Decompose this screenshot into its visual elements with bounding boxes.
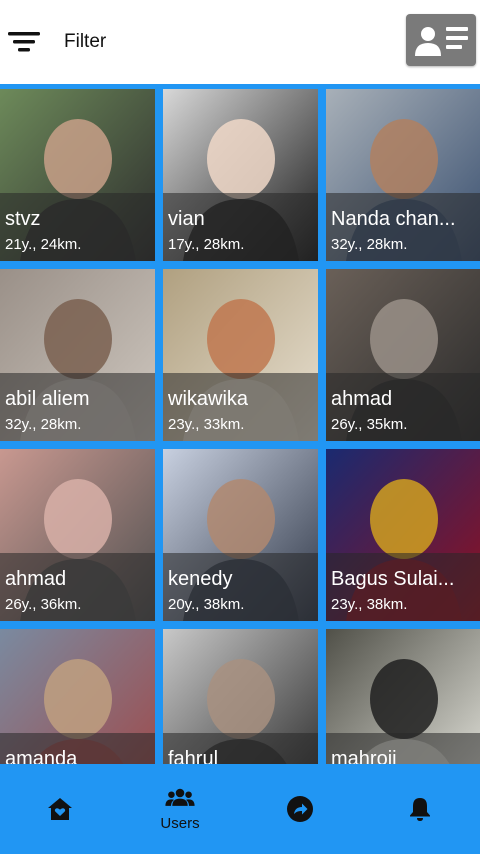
user-card[interactable]: stvz 21y., 24km. [0, 89, 155, 261]
user-name: wikawika [168, 388, 249, 410]
filter-button[interactable]: Filter [0, 14, 160, 70]
user-card[interactable]: mahroji20y., 48km. [326, 629, 480, 764]
profile-card-button[interactable] [406, 14, 476, 66]
user-age-distance: 32y., 28km. [5, 416, 82, 433]
user-age-distance: 26y., 35km. [331, 416, 408, 433]
user-card[interactable]: ahmad 26y., 36km. [0, 449, 155, 621]
user-age-distance: 32y., 28km. [331, 236, 408, 253]
user-name: vian [168, 208, 205, 230]
share-arrow-icon [287, 796, 313, 822]
user-card[interactable]: fahrul23y., 47km. [163, 629, 318, 764]
user-card[interactable]: Bagus Sulai... 23y., 38km. [326, 449, 480, 621]
user-card[interactable]: ahmad 26y., 35km. [326, 269, 480, 441]
user-card[interactable]: wikawika 23y., 33km. [163, 269, 318, 441]
user-card[interactable]: amanda43y., 42km. [0, 629, 155, 764]
user-name: abil aliem [5, 388, 90, 410]
user-age-distance: 26y., 36km. [5, 596, 82, 613]
filter-label: Filter [64, 31, 107, 52]
user-age-distance: 20y., 38km. [168, 596, 245, 613]
nav-users[interactable]: Users [120, 764, 240, 854]
nav-users-label: Users [160, 814, 200, 832]
bottom-navigation: Users [0, 764, 480, 854]
user-name: Bagus Sulai... [331, 568, 455, 590]
user-name: mahroji [331, 748, 397, 764]
nav-notifications[interactable] [360, 764, 480, 854]
home-heart-icon [48, 798, 72, 820]
bell-icon [410, 798, 430, 821]
user-name: ahmad [331, 388, 393, 410]
user-name: kenedy [168, 568, 233, 590]
user-age-distance: 23y., 38km. [331, 596, 408, 613]
nav-share[interactable] [240, 764, 360, 854]
users-grid-container[interactable]: stvz 21y., 24km. vian 17y., 28km. Nanda chan… [0, 84, 480, 764]
user-name: Nanda chan... [331, 208, 456, 230]
user-name: ahmad [5, 568, 67, 590]
user-card[interactable]: abil aliem 32y., 28km. [0, 269, 155, 441]
app-root: Filter stvz 21y., 24km. vian 17y., 28km. Nan… [0, 0, 480, 854]
filter-lines-icon [8, 32, 40, 52]
user-name: stvz [5, 208, 41, 230]
top-bar: Filter [0, 0, 480, 84]
users-group-icon [165, 788, 195, 806]
nav-home[interactable] [0, 764, 120, 854]
user-age-distance: 21y., 24km. [5, 236, 82, 253]
user-age-distance: 23y., 33km. [168, 416, 245, 433]
user-card[interactable]: kenedy 20y., 38km. [163, 449, 318, 621]
user-card[interactable]: vian 17y., 28km. [163, 89, 318, 261]
id-card-icon [415, 27, 468, 56]
users-grid: stvz 21y., 24km. vian 17y., 28km. Nanda chan… [0, 89, 480, 764]
user-age-distance: 17y., 28km. [168, 236, 245, 253]
user-name: fahrul [168, 748, 219, 764]
user-card[interactable]: Nanda chan... 32y., 28km. [326, 89, 480, 261]
user-name: amanda [5, 748, 78, 764]
